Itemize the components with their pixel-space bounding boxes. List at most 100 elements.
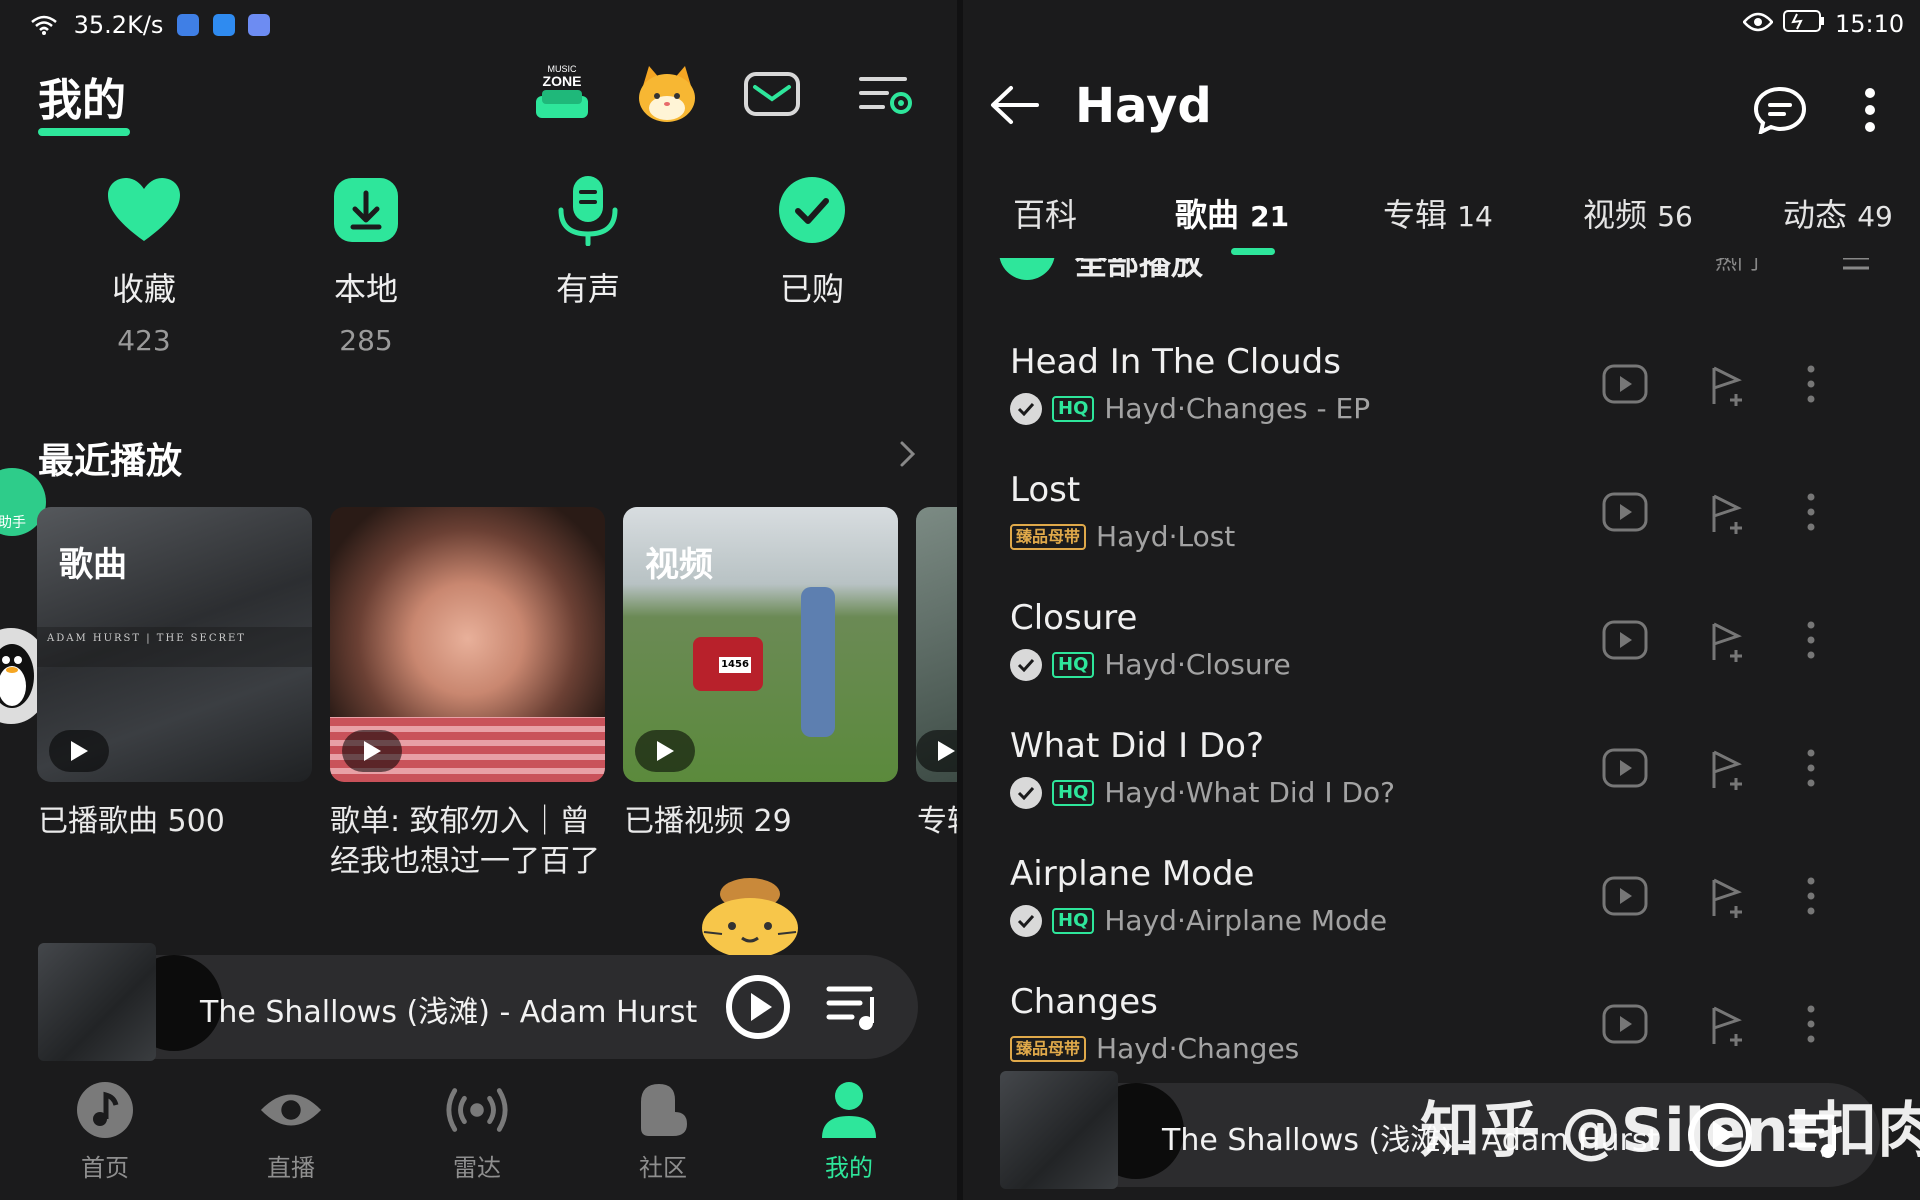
downloaded-check-icon xyxy=(1010,648,1042,681)
chevron-right-icon[interactable] xyxy=(898,440,918,472)
recent-card-videos[interactable]: 1456 视频 xyxy=(623,507,898,782)
sort-hot-label[interactable]: 热门 xyxy=(1715,258,1759,276)
song-row[interactable]: What Did I Do? HQ Hayd · What Did I Do? xyxy=(1010,720,1890,848)
song-artist: Hayd xyxy=(1104,904,1177,937)
nav-mine[interactable]: 我的 xyxy=(774,1078,924,1183)
music-zone-icon[interactable]: MUSIC ZONE xyxy=(528,60,596,128)
card-caption[interactable]: 专辑 xyxy=(917,802,957,842)
back-arrow-icon[interactable] xyxy=(989,84,1039,130)
mv-play-icon[interactable] xyxy=(1602,1004,1648,1048)
wifi-icon xyxy=(30,10,66,38)
card-caption[interactable]: 已播视频 29 xyxy=(624,802,899,842)
add-to-playlist-icon[interactable] xyxy=(1708,492,1748,540)
play-icon[interactable] xyxy=(635,730,695,772)
video-plate: 1456 xyxy=(719,657,751,673)
mv-play-icon[interactable] xyxy=(1602,620,1648,664)
downloaded-check-icon xyxy=(1010,904,1042,937)
play-icon[interactable] xyxy=(342,730,402,772)
nav-radar[interactable]: 雷达 xyxy=(402,1078,552,1183)
recent-section-title: 最近播放 xyxy=(38,441,183,482)
tab-albums[interactable]: 专辑 14 xyxy=(1383,190,1493,236)
nav-community[interactable]: 社区 xyxy=(588,1078,738,1183)
now-playing-art xyxy=(38,943,156,1061)
quick-label: 本地 xyxy=(333,270,398,308)
mv-play-icon[interactable] xyxy=(1602,492,1648,536)
tab-label: 歌曲 xyxy=(1175,196,1240,234)
broadcast-icon xyxy=(445,1078,509,1142)
song-row[interactable]: Closure HQ Hayd · Closure xyxy=(1010,592,1890,720)
add-to-playlist-icon[interactable] xyxy=(1708,364,1748,412)
more-vertical-icon[interactable] xyxy=(1863,86,1877,138)
song-album: Changes xyxy=(1177,1032,1300,1065)
mini-player[interactable]: The Shallows (浅滩) - Adam Hurst xyxy=(38,943,918,1061)
cat-avatar-icon[interactable] xyxy=(633,60,701,128)
song-row[interactable]: Lost 臻品母带 Hayd · Lost xyxy=(1010,464,1890,592)
meta-separator: · xyxy=(1168,520,1178,553)
playlist-queue-icon[interactable] xyxy=(826,983,880,1037)
mv-play-icon[interactable] xyxy=(1602,876,1648,920)
quick-local[interactable]: 本地 285 xyxy=(296,170,436,357)
battery-icon xyxy=(1783,10,1825,38)
quick-audio[interactable]: 有声 xyxy=(518,170,658,324)
heart-icon xyxy=(104,170,184,250)
playlist-settings-icon[interactable] xyxy=(852,60,920,128)
more-options-icon[interactable] xyxy=(1806,364,1816,408)
meta-separator: · xyxy=(1176,392,1186,425)
title-underline xyxy=(38,128,130,136)
song-album: Closure xyxy=(1185,648,1291,681)
multi-select-icon[interactable] xyxy=(1829,258,1869,278)
tab-songs[interactable]: 歌曲 21 xyxy=(1175,190,1289,236)
tab-videos[interactable]: 视频 56 xyxy=(1583,190,1693,236)
play-all-label: 全部播放 xyxy=(1075,258,1204,282)
quick-purchased[interactable]: 已购 xyxy=(742,170,882,324)
song-row[interactable]: Airplane Mode HQ Hayd · Airplane Mode xyxy=(1010,848,1890,976)
music-zone-line2: ZONE xyxy=(543,73,582,89)
tab-label: 专辑 xyxy=(1383,196,1448,234)
quick-label: 有声 xyxy=(555,270,620,308)
mv-play-icon[interactable] xyxy=(1602,364,1648,408)
tab-wiki[interactable]: 百科 xyxy=(1013,190,1077,236)
play-all-row[interactable]: 全部播放 热门 xyxy=(963,258,1920,288)
nav-label: 直播 xyxy=(267,1154,315,1182)
quick-count: 285 xyxy=(339,324,393,357)
tab-label: 动态 xyxy=(1783,196,1848,234)
play-icon[interactable] xyxy=(916,730,957,772)
nav-home[interactable]: 首页 xyxy=(30,1078,180,1183)
song-album: Lost xyxy=(1177,520,1236,553)
add-to-playlist-icon[interactable] xyxy=(1708,748,1748,796)
quality-badge: 臻品母带 xyxy=(1010,1035,1087,1062)
play-circle-icon[interactable] xyxy=(724,973,792,1045)
song-artist: Hayd xyxy=(1096,520,1169,553)
cat-mascot-icon[interactable] xyxy=(698,872,802,962)
quality-badge: HQ xyxy=(1052,651,1095,678)
microphone-icon xyxy=(548,170,628,250)
more-options-icon[interactable] xyxy=(1806,492,1816,536)
card-caption[interactable]: 已播歌曲 500 xyxy=(38,802,313,842)
comment-icon[interactable] xyxy=(1753,86,1807,138)
recent-card-albums[interactable] xyxy=(916,507,957,782)
quality-badge: 臻品母带 xyxy=(1010,523,1087,550)
nav-live[interactable]: 直播 xyxy=(216,1078,366,1183)
recent-card-playlist[interactable] xyxy=(330,507,605,782)
add-to-playlist-icon[interactable] xyxy=(1708,620,1748,668)
my-page-pane: 35.2K/s 我的 MUSIC ZONE 收藏 423 本地 285 有声 已… xyxy=(0,0,957,1200)
song-title: Head In The Clouds xyxy=(1010,342,1341,382)
song-title: Closure xyxy=(1010,598,1138,638)
card-caption[interactable]: 歌单: 致郁勿入｜曾经我也想过一了百了 xyxy=(330,802,605,882)
more-options-icon[interactable] xyxy=(1806,748,1816,792)
play-icon[interactable] xyxy=(49,730,109,772)
recent-card-songs[interactable]: ADAM HURST | THE SECRET 歌曲 xyxy=(37,507,312,782)
song-row[interactable]: Head In The Clouds HQ Hayd · Changes - EP xyxy=(1010,336,1890,464)
add-to-playlist-icon[interactable] xyxy=(1708,1004,1748,1052)
more-options-icon[interactable] xyxy=(1806,620,1816,664)
add-to-playlist-icon[interactable] xyxy=(1708,876,1748,924)
more-options-icon[interactable] xyxy=(1806,1004,1816,1048)
song-meta: 臻品母带 Hayd · Changes xyxy=(1010,1032,1299,1065)
more-options-icon[interactable] xyxy=(1806,876,1816,920)
mv-play-icon[interactable] xyxy=(1602,748,1648,792)
tab-moments[interactable]: 动态 49 xyxy=(1783,190,1893,236)
eye-icon xyxy=(259,1078,323,1142)
mail-icon[interactable] xyxy=(738,60,806,128)
quick-favorites[interactable]: 收藏 423 xyxy=(74,170,214,357)
song-album: What Did I Do? xyxy=(1185,776,1396,809)
